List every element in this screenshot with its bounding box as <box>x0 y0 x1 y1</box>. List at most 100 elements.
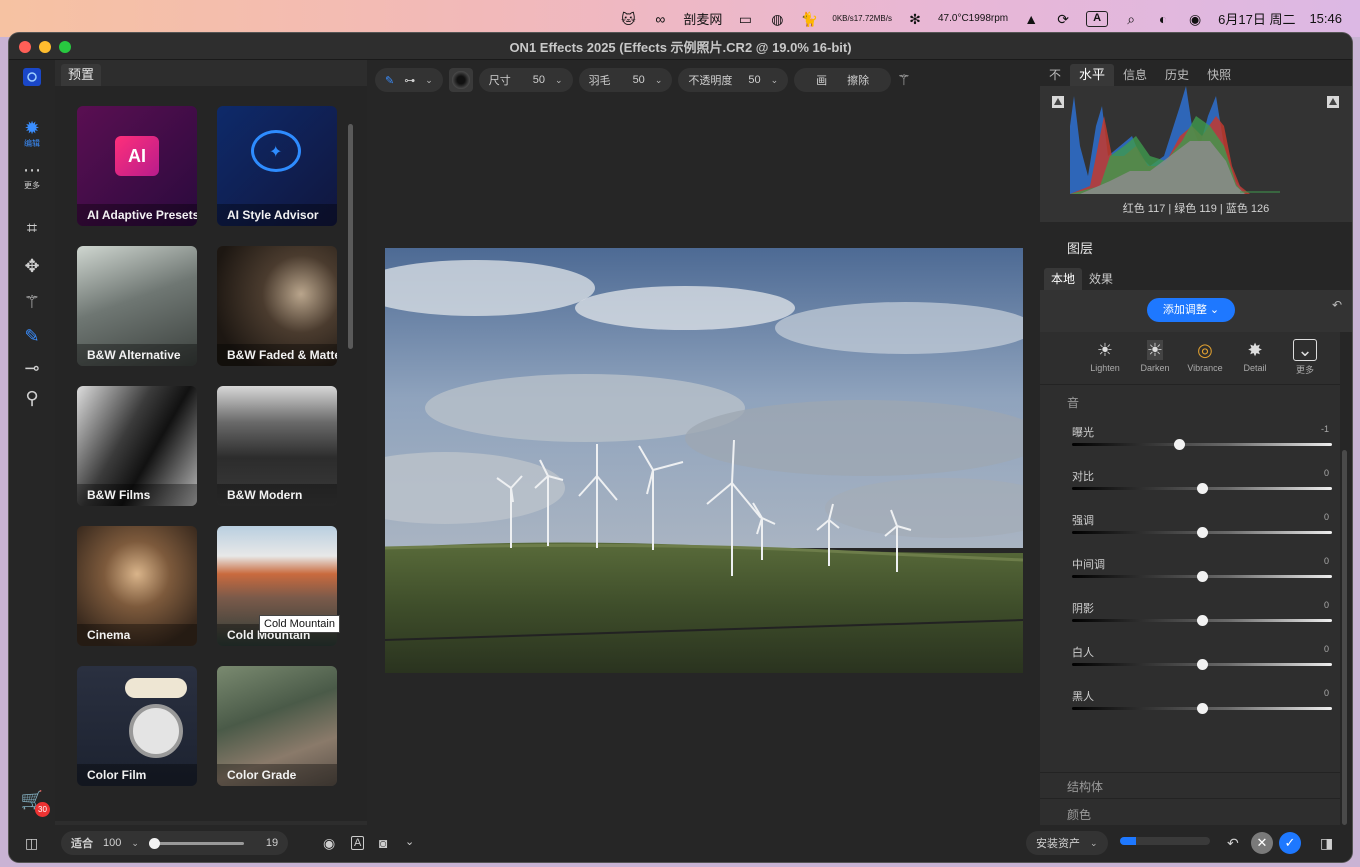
preset-card[interactable]: B&W Faded & Matte <box>217 246 337 366</box>
slider-row[interactable]: 黑人 0 <box>1072 688 1332 718</box>
slider-row[interactable]: 阴影 0 <box>1072 600 1332 630</box>
color-section-header[interactable]: 颜色 <box>1067 806 1091 823</box>
preset-card[interactable]: B&W Modern <box>217 386 337 506</box>
chevron-down-icon[interactable]: ⌄ <box>405 835 414 848</box>
tab-not[interactable]: 不 <box>1040 64 1070 86</box>
crop-icon[interactable]: ⌗ <box>9 218 55 239</box>
brush-mode-select[interactable]: ✎ ⊶ ⌄ <box>375 68 443 92</box>
vibrance-button[interactable]: ◎ Vibrance <box>1180 340 1230 376</box>
reset-icon[interactable]: ↶ <box>1332 298 1342 312</box>
brush-icon[interactable]: ✎ <box>9 326 55 347</box>
opacity-control[interactable]: 不透明度 50 ⌄ <box>678 68 789 92</box>
add-adjustment-button[interactable]: 添加调整 ⌄ <box>1147 298 1235 322</box>
spotlight-icon[interactable]: ⌕ <box>1122 10 1140 28</box>
cat-icon[interactable]: 🐱 <box>619 10 637 28</box>
slider-knob[interactable] <box>1197 571 1208 582</box>
tab-presets[interactable]: 预置 <box>61 64 102 86</box>
darken-button[interactable]: ☀ Darken <box>1130 340 1180 376</box>
slider-row[interactable]: 中间调 0 <box>1072 556 1332 586</box>
slider-track[interactable] <box>1072 659 1332 670</box>
app-menu-item[interactable]: 剖麦网 <box>683 9 722 28</box>
eye-icon[interactable]: ◉ <box>323 835 335 852</box>
preset-card[interactable]: B&W Films <box>77 386 197 506</box>
link-icon[interactable]: ∞ <box>651 10 669 28</box>
retouch-icon[interactable]: ⊸ <box>9 358 55 379</box>
fullscreen-window-button[interactable] <box>59 41 71 53</box>
slider-track[interactable] <box>1072 703 1332 714</box>
preset-card[interactable]: Color Film <box>77 666 197 786</box>
menubar-time[interactable]: 15:46 <box>1309 11 1342 26</box>
slider-row[interactable]: 强调 0 <box>1072 512 1332 542</box>
chevron-down-icon[interactable]: ⌄ <box>131 838 139 849</box>
detail-button[interactable]: ✸ Detail <box>1230 340 1280 376</box>
slider-track[interactable] <box>1072 527 1332 538</box>
size-control[interactable]: 尺寸 50 ⌄ <box>478 68 573 92</box>
photos-icon[interactable]: ▲ <box>1022 10 1040 28</box>
network-speed[interactable]: 0KB/s 17.72MB/s <box>832 14 892 23</box>
brush-preview[interactable] <box>448 68 473 92</box>
right-panel-scrollbar[interactable] <box>1342 450 1347 825</box>
sync-icon[interactable]: ⟳ <box>1054 10 1072 28</box>
slider-knob[interactable] <box>1197 703 1208 714</box>
tab-levels[interactable]: 水平 <box>1070 64 1115 86</box>
tab-snapshots[interactable]: 快照 <box>1198 64 1240 86</box>
preset-card[interactable]: ✦ AI Style Advisor <box>217 106 337 226</box>
feather-control[interactable]: 羽毛 50 ⌄ <box>578 68 673 92</box>
zoom-slider-knob[interactable] <box>148 837 160 849</box>
erase-button[interactable]: 擦除 <box>847 72 869 88</box>
control-center-icon[interactable]: ◐ <box>1154 10 1172 28</box>
siri-icon[interactable]: ◉ <box>1186 10 1204 28</box>
preset-card[interactable]: Cinema <box>77 526 197 646</box>
slider-track[interactable] <box>1072 615 1332 626</box>
fan-icon[interactable]: ✻ <box>906 10 924 28</box>
structure-section-header[interactable]: 结构体 <box>1067 778 1103 795</box>
slider-knob[interactable] <box>1197 483 1208 494</box>
preset-card[interactable]: AI AI Adaptive Presets <box>77 106 197 226</box>
magic-wand-icon[interactable]: ⚚ <box>9 292 55 313</box>
slider-row[interactable]: 对比 0 <box>1072 468 1332 498</box>
temp-readout[interactable]: 47.0°C 1998rpm <box>938 13 1008 24</box>
cancel-button[interactable]: ✕ <box>1251 832 1273 854</box>
slider-row[interactable]: 白人 0 <box>1072 644 1332 674</box>
tab-history[interactable]: 历史 <box>1156 64 1198 86</box>
apply-button[interactable]: ✓ <box>1279 832 1301 854</box>
image-canvas[interactable] <box>385 248 1023 673</box>
more-adjustments-button[interactable]: ⌄ 更多 <box>1280 339 1330 376</box>
undo-icon[interactable]: ↶ <box>1227 835 1239 852</box>
cat-net-icon[interactable]: 🐈 <box>800 10 818 28</box>
sidebar-toggle-icon[interactable]: ◫ <box>25 835 38 852</box>
zoom-slider[interactable] <box>148 837 244 849</box>
preset-card[interactable]: B&W Alternative <box>77 246 197 366</box>
lighten-button[interactable]: ☀ Lighten <box>1080 340 1130 376</box>
slider-knob[interactable] <box>1173 439 1185 450</box>
slider-row[interactable]: 曝光 -1 <box>1072 424 1332 454</box>
preset-card[interactable]: Color Grade <box>217 666 337 786</box>
slider-track[interactable] <box>1072 571 1332 582</box>
move-icon[interactable]: ✥ <box>9 256 55 277</box>
slider-track[interactable] <box>1072 439 1332 450</box>
presets-scrollbar[interactable] <box>348 124 353 349</box>
tab-local[interactable]: 本地 <box>1044 268 1083 290</box>
fit-label[interactable]: 适合 <box>71 835 93 851</box>
slider-track[interactable] <box>1072 483 1332 494</box>
wechat-icon[interactable]: ◍ <box>768 10 786 28</box>
cart-icon[interactable]: 🛒 30 <box>9 790 55 817</box>
monitor-icon[interactable]: ▭ <box>736 10 754 28</box>
tone-section-header[interactable]: 音 <box>1067 394 1079 411</box>
slider-knob[interactable] <box>1197 527 1208 538</box>
minimize-window-button[interactable] <box>39 41 51 53</box>
menubar-date[interactable]: 6月17日 周二 <box>1218 9 1295 28</box>
zoom-hand-icon[interactable]: ⚲ <box>9 388 55 409</box>
tab-info[interactable]: 信息 <box>1114 64 1156 86</box>
tab-effects[interactable]: 效果 <box>1082 268 1120 290</box>
input-method-indicator[interactable]: A <box>1086 10 1109 27</box>
close-window-button[interactable] <box>19 41 31 53</box>
zoom-control[interactable]: 适合 100 ⌄ 19 <box>61 831 289 855</box>
paint-button[interactable]: 画 <box>816 72 827 88</box>
text-overlay-icon[interactable]: A <box>351 836 365 850</box>
mask-icon[interactable]: ◙ <box>379 835 387 851</box>
panel-toggle-icon[interactable]: ◨ <box>1320 835 1333 852</box>
paint-erase-toggle[interactable]: 画 擦除 <box>794 68 892 92</box>
zoom-value[interactable]: 100 <box>103 837 121 849</box>
install-assets-button[interactable]: 安装资产 ⌄ <box>1026 831 1108 855</box>
